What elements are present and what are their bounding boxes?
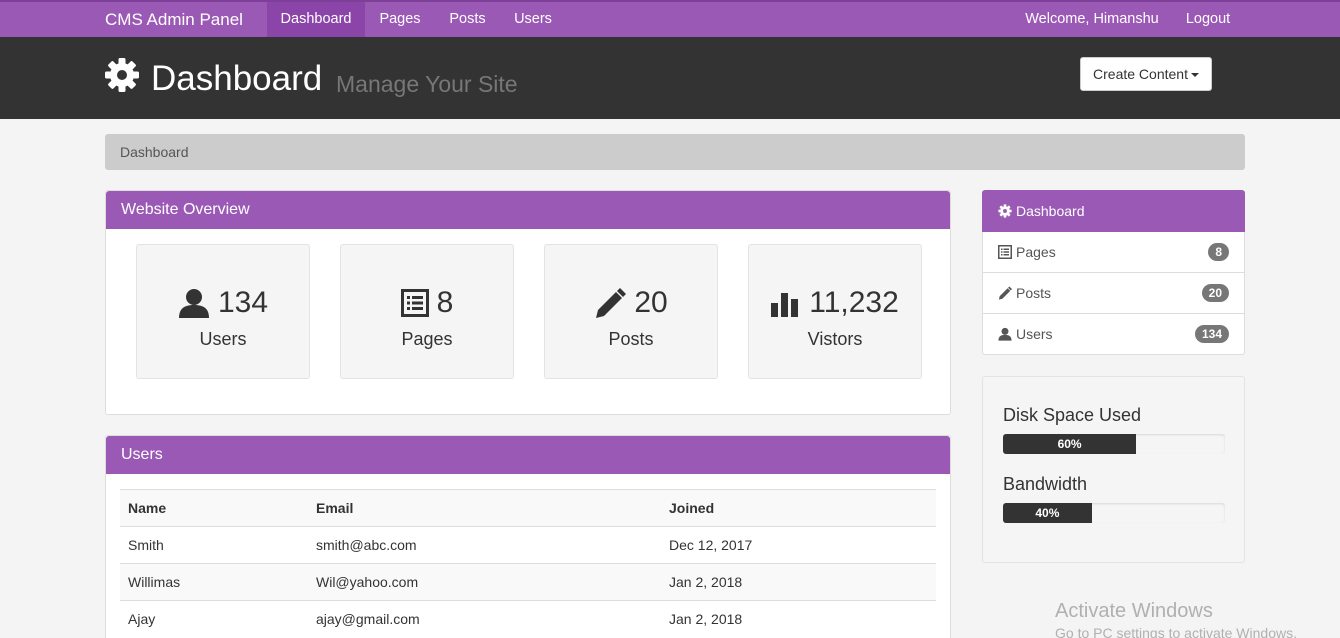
sidebar-item-dashboard[interactable]: Dashboard [982, 190, 1245, 232]
watermark-subtitle: Go to PC settings to activate Windows. [1055, 625, 1297, 638]
stat-users-label: Users [199, 329, 247, 349]
disk-space-label: Disk Space Used [1003, 405, 1142, 425]
sidebar-item-label: Pages [1016, 244, 1056, 260]
cell-email: Wil@yahoo.com [308, 563, 661, 601]
cell-joined: Jan 2, 2018 [661, 600, 936, 638]
create-content-button[interactable]: Create Content [1080, 57, 1212, 91]
stat-users-value: 134 [217, 286, 269, 319]
sidebar-item-label: Dashboard [1016, 203, 1085, 219]
stat-pages: 8 Pages [340, 244, 514, 379]
bar-chart-icon [771, 293, 799, 317]
table-header-row: Name Email Joined [120, 489, 936, 527]
sidebar-item-label: Posts [1016, 285, 1052, 301]
count-badge: 134 [1194, 325, 1229, 343]
column-header-name: Name [120, 489, 308, 527]
users-table: Name Email Joined Smith smith@abc.com De… [120, 489, 936, 638]
stat-pages-label: Pages [401, 329, 453, 349]
page-title: Dashboard [151, 59, 323, 98]
caret-down-icon [1190, 73, 1199, 78]
nav-users[interactable]: Users [500, 2, 566, 37]
breadcrumb: Dashboard [105, 134, 1245, 170]
column-header-email: Email [308, 489, 661, 527]
nav-dashboard[interactable]: Dashboard [267, 2, 365, 37]
disk-space-progress: 60% [1003, 434, 1225, 454]
bandwidth-progress: 40% [1003, 503, 1225, 523]
users-panel: Users Name Email Joined Smith smith@abc.… [105, 435, 951, 638]
top-navbar: CMS Admin Panel Dashboard Pages Posts Us… [0, 0, 1340, 37]
column-header-joined: Joined [661, 489, 936, 527]
users-panel-title: Users [106, 436, 950, 474]
cell-joined: Dec 12, 2017 [661, 526, 936, 564]
cell-joined: Jan 2, 2018 [661, 563, 936, 601]
pencil-icon [596, 288, 627, 318]
cell-name: Smith [120, 526, 308, 564]
watermark-title: Activate Windows [1055, 600, 1213, 622]
activate-windows-watermark: Activate Windows Go to PC settings to ac… [1055, 600, 1297, 638]
table-row: Smith smith@abc.com Dec 12, 2017 [120, 526, 936, 564]
table-row: Ajay ajay@gmail.com Jan 2, 2018 [120, 600, 936, 638]
stat-pages-value: 8 [436, 286, 454, 319]
bandwidth-progress-bar: 40% [1003, 503, 1092, 523]
stat-visitors-label: Vistors [807, 329, 863, 349]
overview-panel-title: Website Overview [106, 191, 950, 229]
stat-visitors-value: 11,232 [809, 286, 899, 319]
sidebar-item-users[interactable]: Users 134 [982, 314, 1245, 355]
stat-posts-label: Posts [608, 329, 654, 349]
bandwidth-label: Bandwidth [1003, 474, 1088, 494]
count-badge: 8 [1208, 243, 1229, 261]
sidebar-item-posts[interactable]: Posts 20 [982, 273, 1245, 314]
stat-users: 134 Users [136, 244, 310, 379]
nav-pages[interactable]: Pages [365, 2, 435, 37]
count-badge: 20 [1201, 284, 1229, 302]
overview-panel: Website Overview 134 Users 8 Pages 20 Po… [105, 190, 951, 415]
gear-icon [105, 58, 139, 92]
disk-space-progress-bar: 60% [1003, 434, 1137, 454]
page-subtitle: Manage Your Site [336, 71, 518, 97]
list-icon [998, 245, 1012, 259]
gear-icon [998, 204, 1012, 218]
brand-link[interactable]: CMS Admin Panel [105, 2, 243, 37]
welcome-link[interactable]: Welcome, Himanshu [1013, 2, 1171, 37]
list-icon [400, 289, 429, 317]
pencil-icon [998, 286, 1012, 300]
sidebar-list: Dashboard Pages 8 Posts 20 Users 134 [982, 190, 1245, 355]
cell-name: Ajay [120, 600, 308, 638]
user-icon [178, 289, 209, 318]
cell-email: ajay@gmail.com [308, 600, 661, 638]
cell-name: Willimas [120, 563, 308, 601]
breadcrumb-item: Dashboard [120, 144, 189, 160]
create-content-label: Create Content [1093, 66, 1188, 82]
page-header: Dashboard Manage Your Site Create Conten… [0, 37, 1340, 119]
nav-posts[interactable]: Posts [435, 2, 500, 37]
stat-posts: 20 Posts [544, 244, 718, 379]
stat-visitors: 11,232 Vistors [748, 244, 922, 379]
usage-well: Disk Space Used 60% Bandwidth 40% [982, 376, 1245, 563]
logout-link[interactable]: Logout [1171, 2, 1245, 37]
user-icon [998, 327, 1012, 341]
sidebar-item-pages[interactable]: Pages 8 [982, 232, 1245, 273]
stat-posts-value: 20 [634, 286, 668, 319]
sidebar-item-label: Users [1016, 326, 1053, 342]
cell-email: smith@abc.com [308, 526, 661, 564]
table-row: Willimas Wil@yahoo.com Jan 2, 2018 [120, 563, 936, 601]
